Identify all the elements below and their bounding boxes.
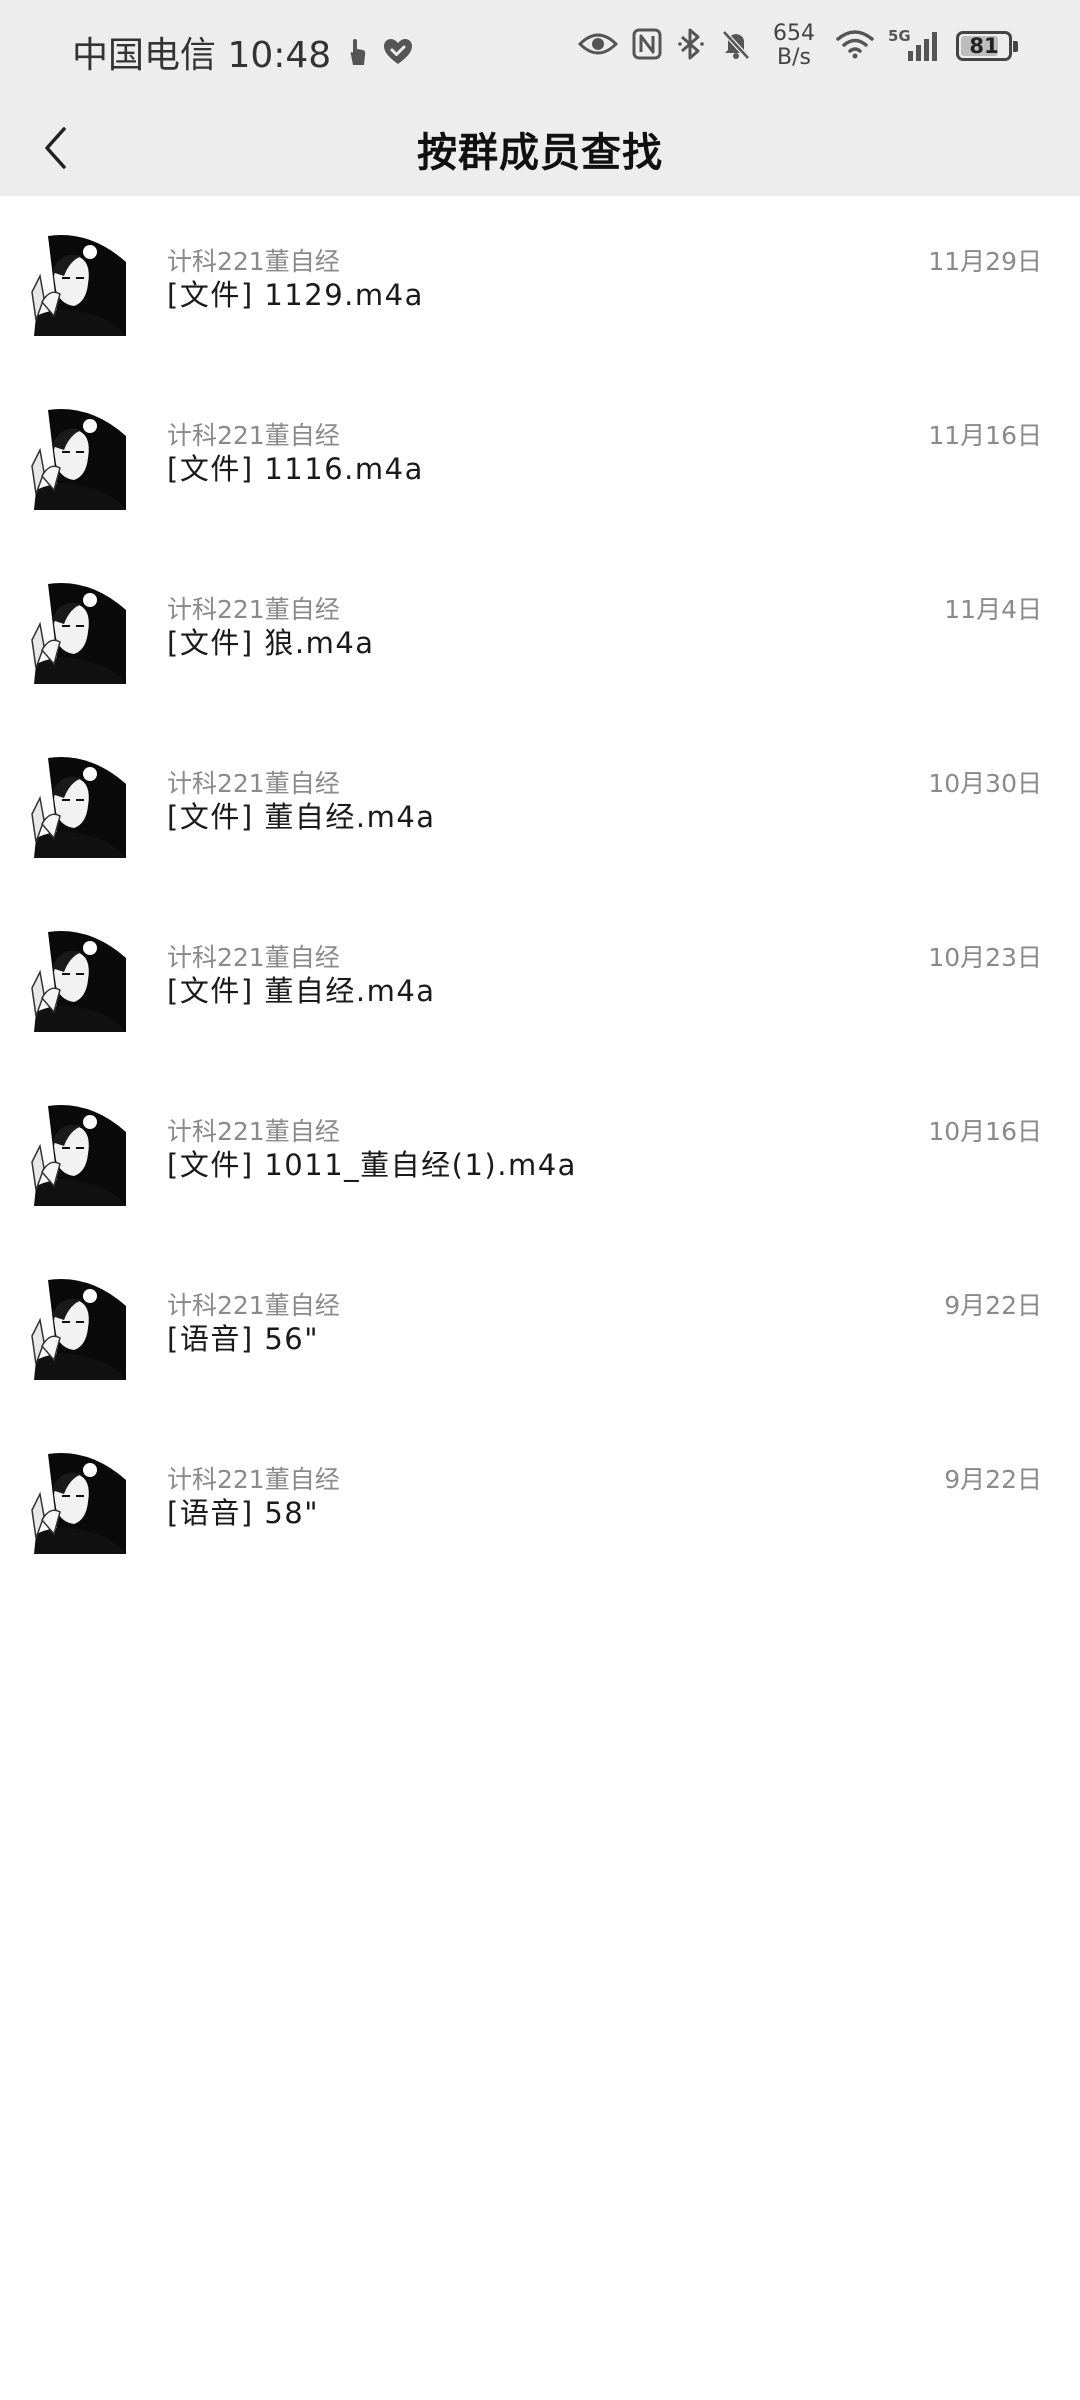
list-item[interactable]: 计科221董自经 [文件] 狼.m4a 11月4日 xyxy=(0,580,1080,754)
carrier-time: 中国电信 10:48 xyxy=(72,35,332,76)
message-content: [文件] 1011_董自经(1).m4a xyxy=(167,1148,577,1182)
message-content: [文件] 1129.m4a xyxy=(167,278,424,312)
message-date: 9月22日 xyxy=(944,1291,1042,1320)
wifi-icon xyxy=(836,29,874,63)
list-item[interactable]: 计科221董自经 [文件] 董自经.m4a 10月30日 xyxy=(0,754,1080,928)
message-list: 计科221董自经 [文件] 1129.m4a 11月29日 计科221董自经 [… xyxy=(0,232,1080,1624)
mute-bell-icon xyxy=(720,28,752,64)
title-bar: 按群成员查找 xyxy=(0,100,1080,196)
avatar[interactable] xyxy=(30,232,130,336)
status-left: 中国电信 10:48 xyxy=(72,26,413,78)
avatar[interactable] xyxy=(30,1102,130,1206)
top-bar: 中国电信 10:48 654 B/s 5G 81 按群成员查找 xyxy=(0,0,1080,196)
signal-5g-icon: 5G xyxy=(888,27,942,63)
avatar[interactable] xyxy=(30,1450,130,1554)
net-speed-unit: B/s xyxy=(777,45,811,70)
message-content: [文件] 1116.m4a xyxy=(167,452,424,486)
message-content: [文件] 董自经.m4a xyxy=(167,800,436,834)
message-content: [语音] 56" xyxy=(167,1322,320,1356)
eye-icon xyxy=(577,31,619,61)
message-date: 9月22日 xyxy=(944,1465,1042,1494)
status-bar: 中国电信 10:48 654 B/s 5G 81 xyxy=(0,0,1080,100)
battery-level: 81 xyxy=(969,34,999,58)
nfc-icon xyxy=(632,28,662,64)
list-item[interactable]: 计科221董自经 [语音] 56" 9月22日 xyxy=(0,1276,1080,1450)
message-date: 11月16日 xyxy=(928,421,1042,450)
message-content: [语音] 58" xyxy=(167,1496,320,1530)
list-item[interactable]: 计科221董自经 [文件] 董自经.m4a 10月23日 xyxy=(0,928,1080,1102)
list-item[interactable]: 计科221董自经 [文件] 1011_董自经(1).m4a 10月16日 xyxy=(0,1102,1080,1276)
bluetooth-icon xyxy=(676,27,706,65)
avatar[interactable] xyxy=(30,406,130,510)
status-right: 654 B/s 5G 81 xyxy=(577,22,1018,70)
message-date: 11月4日 xyxy=(944,595,1042,624)
message-date: 11月29日 xyxy=(928,247,1042,276)
message-date: 10月16日 xyxy=(928,1117,1042,1146)
avatar[interactable] xyxy=(30,1276,130,1380)
message-content: [文件] 董自经.m4a xyxy=(167,974,436,1008)
net-speed-value: 654 xyxy=(773,21,815,46)
message-content: [文件] 狼.m4a xyxy=(167,626,375,660)
avatar[interactable] xyxy=(30,928,130,1032)
heart-check-icon xyxy=(383,38,413,66)
net-speed: 654 B/s xyxy=(766,22,822,70)
list-item[interactable]: 计科221董自经 [文件] 1129.m4a 11月29日 xyxy=(0,232,1080,406)
avatar[interactable] xyxy=(30,754,130,858)
hand-pointer-icon xyxy=(345,37,369,67)
page-title: 按群成员查找 xyxy=(417,130,663,176)
message-date: 10月23日 xyxy=(928,943,1042,972)
list-item[interactable]: 计科221董自经 [文件] 1116.m4a 11月16日 xyxy=(0,406,1080,580)
avatar[interactable] xyxy=(30,580,130,684)
battery-icon: 81 xyxy=(956,31,1018,61)
list-item[interactable]: 计科221董自经 [语音] 58" 9月22日 xyxy=(0,1450,1080,1624)
message-date: 10月30日 xyxy=(928,769,1042,798)
